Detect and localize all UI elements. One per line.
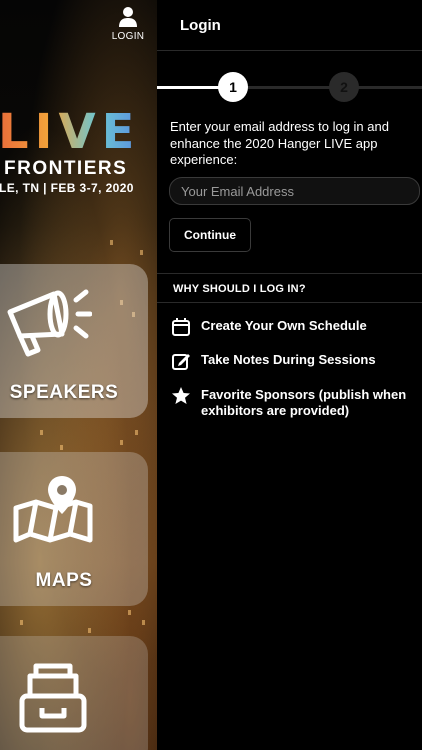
- brand-date: LE, TN | FEB 3-7, 2020: [0, 181, 134, 195]
- map-icon: [13, 476, 93, 543]
- benefit-label: Create Your Own Schedule: [201, 318, 367, 333]
- drawer-title: Login: [180, 17, 221, 34]
- why-login-heading: WHY SHOULD I LOG IN?: [173, 283, 306, 295]
- file-drawer-icon: [19, 663, 87, 733]
- background-app: LOGIN LIVE FRONTIERS LE, TN | FEB 3-7, 2…: [0, 0, 157, 750]
- star-icon: [172, 387, 190, 404]
- continue-button[interactable]: Continue: [169, 218, 251, 252]
- benefit-label: Favorite Sponsors (publish when exhibito…: [201, 387, 407, 418]
- brand-subtitle: FRONTIERS: [4, 158, 128, 179]
- benefit-label: Take Notes During Sessions: [201, 352, 376, 367]
- section-divider-bottom: [157, 302, 422, 303]
- login-shortcut[interactable]: LOGIN: [108, 6, 148, 42]
- email-input[interactable]: [169, 177, 420, 205]
- brand-title: LIVE: [0, 104, 141, 160]
- login-shortcut-label: LOGIN: [111, 31, 145, 42]
- login-drawer: Login 1 2 Enter your email address to lo…: [157, 0, 422, 750]
- user-icon: [119, 7, 137, 27]
- stepper-track: [157, 86, 422, 89]
- maps-tile[interactable]: MAPS: [0, 452, 148, 606]
- calendar-icon: [172, 318, 190, 336]
- megaphone-icon: [7, 289, 92, 357]
- header-divider: [157, 50, 422, 51]
- maps-label: MAPS: [35, 570, 93, 591]
- speakers-tile[interactable]: SPEAKERS: [0, 264, 148, 418]
- login-instructions: Enter your email address to log in and e…: [170, 119, 389, 167]
- documents-tile[interactable]: [0, 636, 148, 750]
- step-2-indicator: 2: [329, 72, 359, 102]
- edit-note-icon: [172, 354, 190, 370]
- speakers-label: SPEAKERS: [9, 382, 119, 403]
- step-1-indicator: 1: [218, 72, 248, 102]
- section-divider-top: [157, 273, 422, 274]
